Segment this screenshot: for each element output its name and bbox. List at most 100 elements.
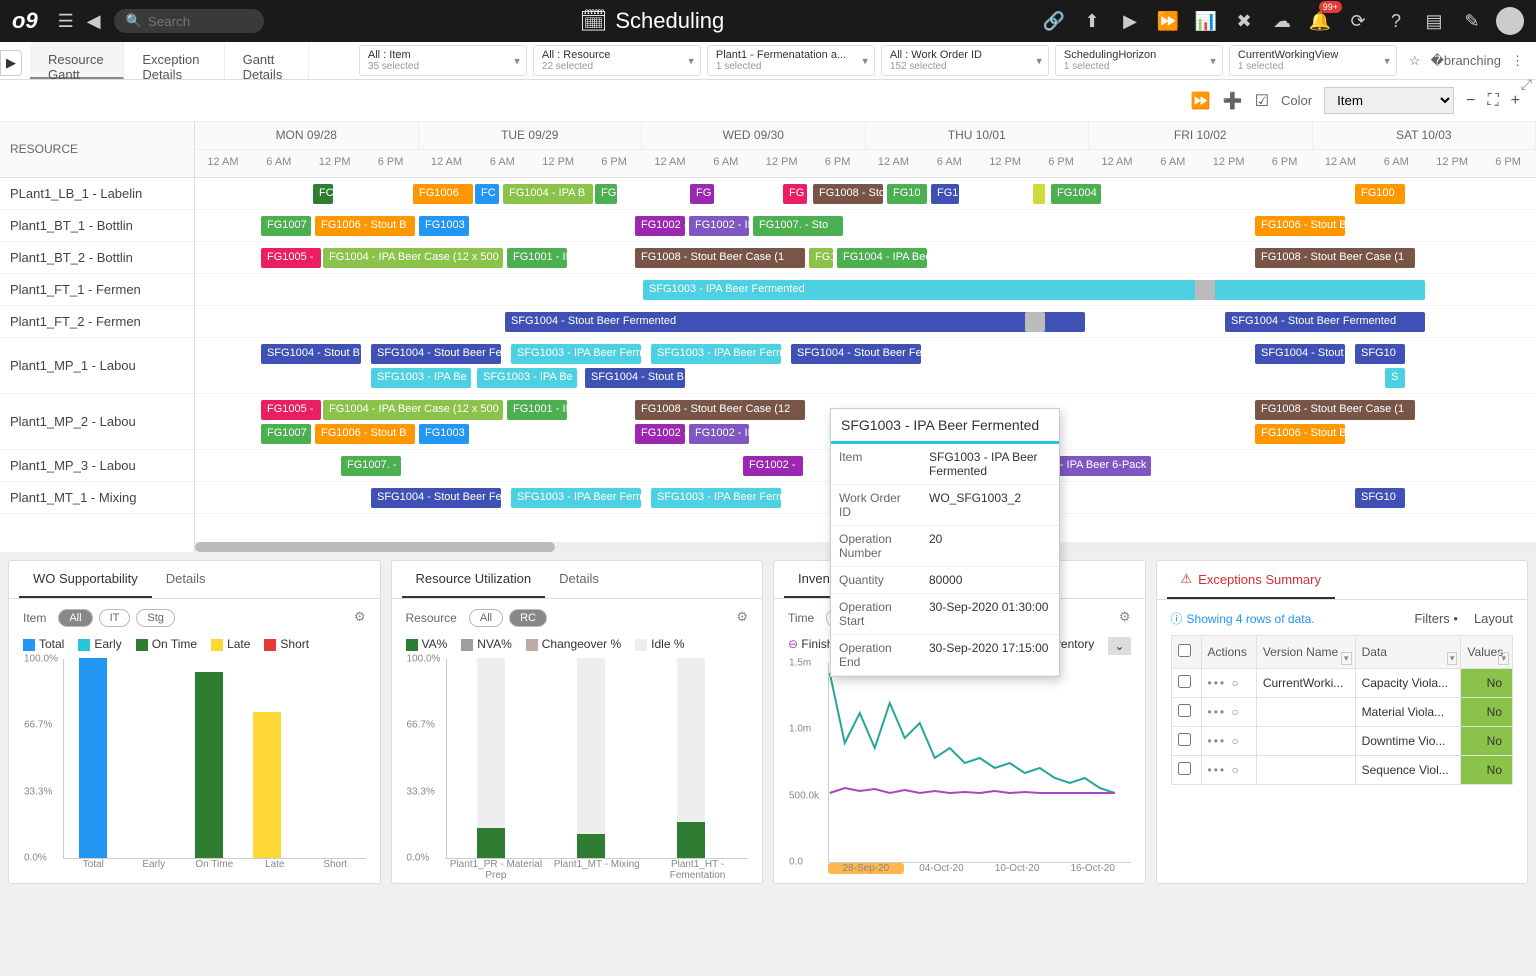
gantt-bar[interactable]: SFG1003 - IPA Be [371,368,471,388]
chart-bar[interactable] [253,712,281,858]
gantt-bar[interactable]: FG1002 - [743,456,803,476]
upload-icon[interactable]: ⬆ [1078,7,1106,35]
filter-icon[interactable]: ▾ [1036,54,1042,67]
gantt-bar[interactable]: FG1002 - IP [689,216,749,236]
gantt-bar[interactable]: FG1006 - Stout B [315,216,415,236]
back-icon[interactable]: ◀ [80,7,108,35]
tab-gantt-details[interactable]: Gantt Details [225,42,309,79]
filter-chip[interactable]: Plant1 - Fermenatation a...1 selected▾ [707,45,875,76]
filter-icon[interactable]: ▾ [862,54,868,67]
gantt-bar[interactable]: FG1007. - [341,456,401,476]
gantt-bar[interactable]: SFG1003 - IPA Beer Ferm [511,488,641,508]
gantt-row[interactable]: FG1007FG1006 - Stout BFG1003FG1002 -FG10… [195,210,1536,242]
gear-icon[interactable]: ⚙ [736,609,748,625]
gantt-bar[interactable]: SFG1004 - Stout B [261,344,361,364]
gantt-bar[interactable]: FG100 [1355,184,1405,204]
gantt-bar[interactable]: FG1006 - Stout B [315,424,415,444]
gantt-bar[interactable]: FG1006 - Stout B [1255,424,1345,444]
pill-it[interactable]: IT [99,609,131,627]
chart-icon[interactable]: 📊 [1192,7,1220,35]
gantt-bar[interactable]: SFG1003 - IPA Beer Ferm [651,488,781,508]
gantt-bar[interactable]: FG1001 - IF [507,248,567,268]
filter-chip[interactable]: All : Resource22 selected▾ [533,45,701,76]
search-box[interactable]: 🔍 [114,9,264,33]
gantt-bar[interactable]: FG1007 [261,216,311,236]
gantt-bar[interactable]: SFG1003 - IPA Beer Ferm [511,344,641,364]
zoom-out-icon[interactable]: − [1466,92,1475,110]
table-row[interactable]: ••• ○ CurrentWorki...Capacity Viola...No [1171,669,1513,698]
gantt-bar[interactable]: FG1002 - [635,424,685,444]
gantt-bar[interactable] [1025,312,1045,332]
row-actions[interactable]: ••• ○ [1208,705,1241,719]
gantt-bar[interactable]: FG1006 - Stout B [1255,216,1345,236]
gantt-bar[interactable]: SFG1004 - Stout Beer Fer [371,488,501,508]
gantt-bar[interactable]: FC [313,184,333,204]
gantt-bar[interactable]: FG1008 - Stout Beer Case (1 [1255,248,1415,268]
gantt-bar[interactable]: FG1 [595,184,617,204]
refresh-icon[interactable]: ⟳ [1344,7,1372,35]
row-checkbox[interactable] [1178,704,1191,717]
book-icon[interactable]: ▤ [1420,7,1448,35]
row-actions[interactable]: ••• ○ [1208,734,1241,748]
gantt-bar[interactable]: SFG1003 - IPA Beer Fermented [643,280,1283,300]
gantt-row[interactable]: SFG1004 - Stout Beer Fermented SFG1004 - … [195,306,1536,338]
gantt-bar[interactable]: FG1001 - IF [507,400,567,420]
filter-icon[interactable]: ▾ [688,54,694,67]
tab-exception-details[interactable]: Exception Details [124,42,224,79]
fast-forward-icon[interactable]: ⏩ [1154,7,1182,35]
link-icon[interactable]: 🔗 [1040,7,1068,35]
gantt-bar[interactable]: S [1385,368,1405,388]
gantt-bar[interactable]: FG1 [931,184,959,204]
tab-ru-details[interactable]: Details [545,561,613,598]
menu-icon[interactable]: ☰ [52,7,80,35]
gantt-bar[interactable]: FG1008 - Stout Beer Case (12 [635,400,805,420]
gantt-bar[interactable]: SFG10 [1355,488,1405,508]
row-checkbox[interactable] [1178,733,1191,746]
layout-button[interactable]: Layout [1474,611,1513,626]
search-input[interactable] [148,14,252,29]
filter-icon[interactable]: ▾ [1210,54,1216,67]
row-checkbox[interactable] [1178,675,1191,688]
gantt-bar[interactable]: SFG1003 - IPA Beer Ferm [651,344,781,364]
tab-wo-details[interactable]: Details [152,561,220,598]
gantt-bar[interactable]: FG1 [809,248,833,268]
filter-chip[interactable]: All : Work Order ID152 selected▾ [881,45,1049,76]
chart-bar[interactable] [79,658,107,858]
gantt-chart[interactable]: RESOURCE PLant1_LB_1 - LabelinPlant1_BT_… [0,122,1536,552]
gantt-bar[interactable]: SFG1004 - Stout B [585,368,685,388]
table-row[interactable]: ••• ○ Material Viola...No [1171,698,1513,727]
gear-icon[interactable]: ⚙ [354,609,366,625]
tab-exceptions[interactable]: ⚠ Exceptions Summary [1167,561,1335,599]
tab-wo-supportability[interactable]: WO Supportability [19,561,152,598]
avatar[interactable] [1496,7,1524,35]
gantt-bar[interactable]: FG1008 - Stout Beer Case (1 [1255,400,1415,420]
gantt-bar[interactable]: SFG1004 - Stout Beer Fer [371,344,501,364]
ff-icon[interactable]: ⏩ [1191,91,1211,111]
star-icon[interactable]: ☆ [1409,53,1421,69]
share-icon[interactable]: �branching [1431,53,1501,69]
gantt-bar[interactable]: FG1004 - IPA B [503,184,593,204]
gantt-bar[interactable]: FG1004 - IPA Beer [837,248,927,268]
tab-resource-gantt[interactable]: Resource Gantt [30,42,124,79]
more-icon[interactable]: ⋮ [1511,53,1524,69]
gantt-bar[interactable]: SFG1004 - Stout Beer Fer [791,344,921,364]
gantt-bar[interactable]: FG1005 - [261,400,321,420]
fit-icon[interactable]: ⛶ [1487,92,1498,110]
gantt-row[interactable]: FCFG1006FCFG1004 - IPA BFG1FGFGFG1008 - … [195,178,1536,210]
chart-bar[interactable] [677,822,705,858]
row-checkbox[interactable] [1178,762,1191,775]
color-select[interactable]: Item [1324,87,1454,114]
gantt-bar[interactable]: FG1005 - [261,248,321,268]
chevron-down-icon[interactable]: ⌄ [1108,637,1130,655]
gantt-bar[interactable]: SFG1004 - Stout Beer Fermented [505,312,1085,332]
table-row[interactable]: ••• ○ Sequence Viol...No [1171,756,1513,785]
gantt-bar[interactable]: FG1003 [419,216,469,236]
gantt-bar[interactable]: FG1008 - Sto [813,184,883,204]
gantt-bar[interactable]: FG1008 - Stout Beer Case (1 [635,248,805,268]
filter-chip[interactable]: SchedulingHorizon1 selected▾ [1055,45,1223,76]
filter-icon[interactable]: ▾ [1384,54,1390,67]
row-actions[interactable]: ••• ○ [1208,763,1241,777]
gantt-bar[interactable]: FG1007. - Sto [753,216,843,236]
gantt-bar[interactable]: FG1002 - IP [689,424,749,444]
gantt-bar[interactable]: SFG1004 - Stout Beer Fermented [1225,312,1425,332]
